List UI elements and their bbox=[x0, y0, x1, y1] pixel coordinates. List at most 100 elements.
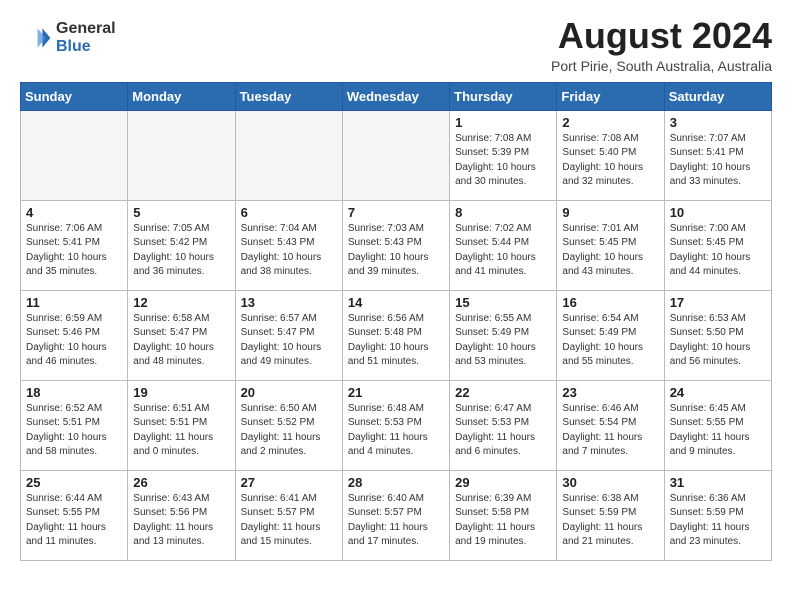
calendar-cell: 14Sunrise: 6:56 AMSunset: 5:48 PMDayligh… bbox=[342, 290, 449, 380]
day-info: Sunrise: 6:48 AMSunset: 5:53 PMDaylight:… bbox=[348, 402, 444, 460]
day-info: Sunrise: 6:50 AMSunset: 5:52 PMDaylight:… bbox=[241, 402, 337, 460]
calendar-cell: 6 Sunrise: 7:04 AMSunset: 5:43 PMDaylight… bbox=[235, 200, 342, 290]
day-number: 28 bbox=[348, 475, 444, 490]
calendar-cell: 21 Sunrise: 6:48 AMSunset: 5:53 PMDayligh… bbox=[342, 380, 449, 470]
week-row-1: 1Sunrise: 7:08 AMSunset: 5:39 PMDaylight… bbox=[21, 110, 772, 200]
col-header-thursday: Thursday bbox=[450, 82, 557, 110]
day-info: Sunrise: 6:58 AMSunset: 5:47 PMDaylight:… bbox=[133, 312, 229, 370]
day-info: Sunrise: 6:46 AMSunset: 5:54 PMDaylight:… bbox=[562, 402, 658, 460]
day-number: 23 bbox=[562, 385, 658, 400]
calendar-cell: 19 Sunrise: 6:51 AMSunset: 5:51 PMDayligh… bbox=[128, 380, 235, 470]
col-header-wednesday: Wednesday bbox=[342, 82, 449, 110]
day-info: Sunrise: 6:51 AMSunset: 5:51 PMDaylight:… bbox=[133, 402, 229, 460]
day-info: Sunrise: 7:04 AMSunset: 5:43 PMDaylight:… bbox=[241, 222, 337, 280]
day-info: Sunrise: 6:40 AMSunset: 5:57 PMDaylight:… bbox=[348, 492, 444, 550]
calendar-cell: 1Sunrise: 7:08 AMSunset: 5:39 PMDaylight… bbox=[450, 110, 557, 200]
day-info: Sunrise: 7:05 AMSunset: 5:42 PMDaylight:… bbox=[133, 222, 229, 280]
day-number: 7 bbox=[348, 205, 444, 220]
logo-icon bbox=[20, 22, 52, 54]
day-info: Sunrise: 6:39 AMSunset: 5:58 PMDaylight:… bbox=[455, 492, 551, 550]
day-number: 3 bbox=[670, 115, 766, 130]
calendar-cell: 8 Sunrise: 7:02 AMSunset: 5:44 PMDaylight… bbox=[450, 200, 557, 290]
calendar-cell: 28 Sunrise: 6:40 AMSunset: 5:57 PMDayligh… bbox=[342, 470, 449, 560]
day-info: Sunrise: 6:53 AMSunset: 5:50 PMDaylight:… bbox=[670, 312, 766, 370]
calendar-cell: 4Sunrise: 7:06 AMSunset: 5:41 PMDaylight… bbox=[21, 200, 128, 290]
calendar-cell bbox=[128, 110, 235, 200]
calendar-cell: 30 Sunrise: 6:38 AMSunset: 5:59 PMDayligh… bbox=[557, 470, 664, 560]
day-info: Sunrise: 7:02 AMSunset: 5:44 PMDaylight:… bbox=[455, 222, 551, 280]
day-number: 10 bbox=[670, 205, 766, 220]
col-header-tuesday: Tuesday bbox=[235, 82, 342, 110]
day-number: 31 bbox=[670, 475, 766, 490]
week-row-2: 4Sunrise: 7:06 AMSunset: 5:41 PMDaylight… bbox=[21, 200, 772, 290]
logo-general-text: General bbox=[56, 20, 116, 38]
day-info: Sunrise: 6:55 AMSunset: 5:49 PMDaylight:… bbox=[455, 312, 551, 370]
day-info: Sunrise: 6:44 AMSunset: 5:55 PMDaylight:… bbox=[26, 492, 122, 550]
day-number: 5 bbox=[133, 205, 229, 220]
calendar-cell: 3 Sunrise: 7:07 AMSunset: 5:41 PMDaylight… bbox=[664, 110, 771, 200]
day-info: Sunrise: 7:00 AMSunset: 5:45 PMDaylight:… bbox=[670, 222, 766, 280]
col-header-friday: Friday bbox=[557, 82, 664, 110]
title-block: August 2024 Port Pirie, South Australia,… bbox=[551, 16, 772, 74]
calendar-cell: 16 Sunrise: 6:54 AMSunset: 5:49 PMDayligh… bbox=[557, 290, 664, 380]
day-info: Sunrise: 7:07 AMSunset: 5:41 PMDaylight:… bbox=[670, 132, 766, 190]
day-number: 12 bbox=[133, 295, 229, 310]
calendar-cell bbox=[342, 110, 449, 200]
logo-blue-text: Blue bbox=[56, 38, 116, 56]
day-number: 15 bbox=[455, 295, 551, 310]
calendar-cell bbox=[21, 110, 128, 200]
day-info: Sunrise: 6:45 AMSunset: 5:55 PMDaylight:… bbox=[670, 402, 766, 460]
logo: General Blue bbox=[20, 20, 116, 55]
day-number: 19 bbox=[133, 385, 229, 400]
day-info: Sunrise: 7:08 AMSunset: 5:40 PMDaylight:… bbox=[562, 132, 658, 190]
location-subtitle: Port Pirie, South Australia, Australia bbox=[551, 58, 772, 74]
day-number: 26 bbox=[133, 475, 229, 490]
day-info: Sunrise: 7:06 AMSunset: 5:41 PMDaylight:… bbox=[26, 222, 122, 280]
day-number: 14 bbox=[348, 295, 444, 310]
page-header: General Blue August 2024 Port Pirie, Sou… bbox=[20, 16, 772, 74]
day-info: Sunrise: 7:01 AMSunset: 5:45 PMDaylight:… bbox=[562, 222, 658, 280]
day-info: Sunrise: 6:36 AMSunset: 5:59 PMDaylight:… bbox=[670, 492, 766, 550]
day-number: 21 bbox=[348, 385, 444, 400]
calendar-cell: 26Sunrise: 6:43 AMSunset: 5:56 PMDayligh… bbox=[128, 470, 235, 560]
col-header-monday: Monday bbox=[128, 82, 235, 110]
day-info: Sunrise: 6:38 AMSunset: 5:59 PMDaylight:… bbox=[562, 492, 658, 550]
day-number: 22 bbox=[455, 385, 551, 400]
week-row-3: 11Sunrise: 6:59 AMSunset: 5:46 PMDayligh… bbox=[21, 290, 772, 380]
calendar-table: SundayMondayTuesdayWednesdayThursdayFrid… bbox=[20, 82, 772, 561]
calendar-cell: 11Sunrise: 6:59 AMSunset: 5:46 PMDayligh… bbox=[21, 290, 128, 380]
day-number: 20 bbox=[241, 385, 337, 400]
day-number: 6 bbox=[241, 205, 337, 220]
day-info: Sunrise: 7:03 AMSunset: 5:43 PMDaylight:… bbox=[348, 222, 444, 280]
day-number: 16 bbox=[562, 295, 658, 310]
calendar-cell: 2 Sunrise: 7:08 AMSunset: 5:40 PMDaylight… bbox=[557, 110, 664, 200]
day-info: Sunrise: 6:52 AMSunset: 5:51 PMDaylight:… bbox=[26, 402, 122, 460]
day-info: Sunrise: 6:47 AMSunset: 5:53 PMDaylight:… bbox=[455, 402, 551, 460]
day-info: Sunrise: 6:54 AMSunset: 5:49 PMDaylight:… bbox=[562, 312, 658, 370]
day-number: 2 bbox=[562, 115, 658, 130]
calendar-cell: 27 Sunrise: 6:41 AMSunset: 5:57 PMDayligh… bbox=[235, 470, 342, 560]
calendar-cell: 9 Sunrise: 7:01 AMSunset: 5:45 PMDaylight… bbox=[557, 200, 664, 290]
day-number: 11 bbox=[26, 295, 122, 310]
calendar-cell: 20 Sunrise: 6:50 AMSunset: 5:52 PMDayligh… bbox=[235, 380, 342, 470]
day-info: Sunrise: 7:08 AMSunset: 5:39 PMDaylight:… bbox=[455, 132, 551, 190]
day-number: 8 bbox=[455, 205, 551, 220]
day-number: 9 bbox=[562, 205, 658, 220]
calendar-cell: 18 Sunrise: 6:52 AMSunset: 5:51 PMDayligh… bbox=[21, 380, 128, 470]
week-row-4: 18 Sunrise: 6:52 AMSunset: 5:51 PMDayligh… bbox=[21, 380, 772, 470]
calendar-cell: 17 Sunrise: 6:53 AMSunset: 5:50 PMDayligh… bbox=[664, 290, 771, 380]
day-number: 17 bbox=[670, 295, 766, 310]
day-number: 30 bbox=[562, 475, 658, 490]
col-header-saturday: Saturday bbox=[664, 82, 771, 110]
day-number: 25 bbox=[26, 475, 122, 490]
day-number: 24 bbox=[670, 385, 766, 400]
calendar-cell bbox=[235, 110, 342, 200]
day-number: 18 bbox=[26, 385, 122, 400]
calendar-cell: 24 Sunrise: 6:45 AMSunset: 5:55 PMDayligh… bbox=[664, 380, 771, 470]
day-number: 27 bbox=[241, 475, 337, 490]
calendar-cell: 5 Sunrise: 7:05 AMSunset: 5:42 PMDaylight… bbox=[128, 200, 235, 290]
calendar-cell: 13Sunrise: 6:57 AMSunset: 5:47 PMDayligh… bbox=[235, 290, 342, 380]
calendar-cell: 25 Sunrise: 6:44 AMSunset: 5:55 PMDayligh… bbox=[21, 470, 128, 560]
day-number: 29 bbox=[455, 475, 551, 490]
day-info: Sunrise: 6:41 AMSunset: 5:57 PMDaylight:… bbox=[241, 492, 337, 550]
